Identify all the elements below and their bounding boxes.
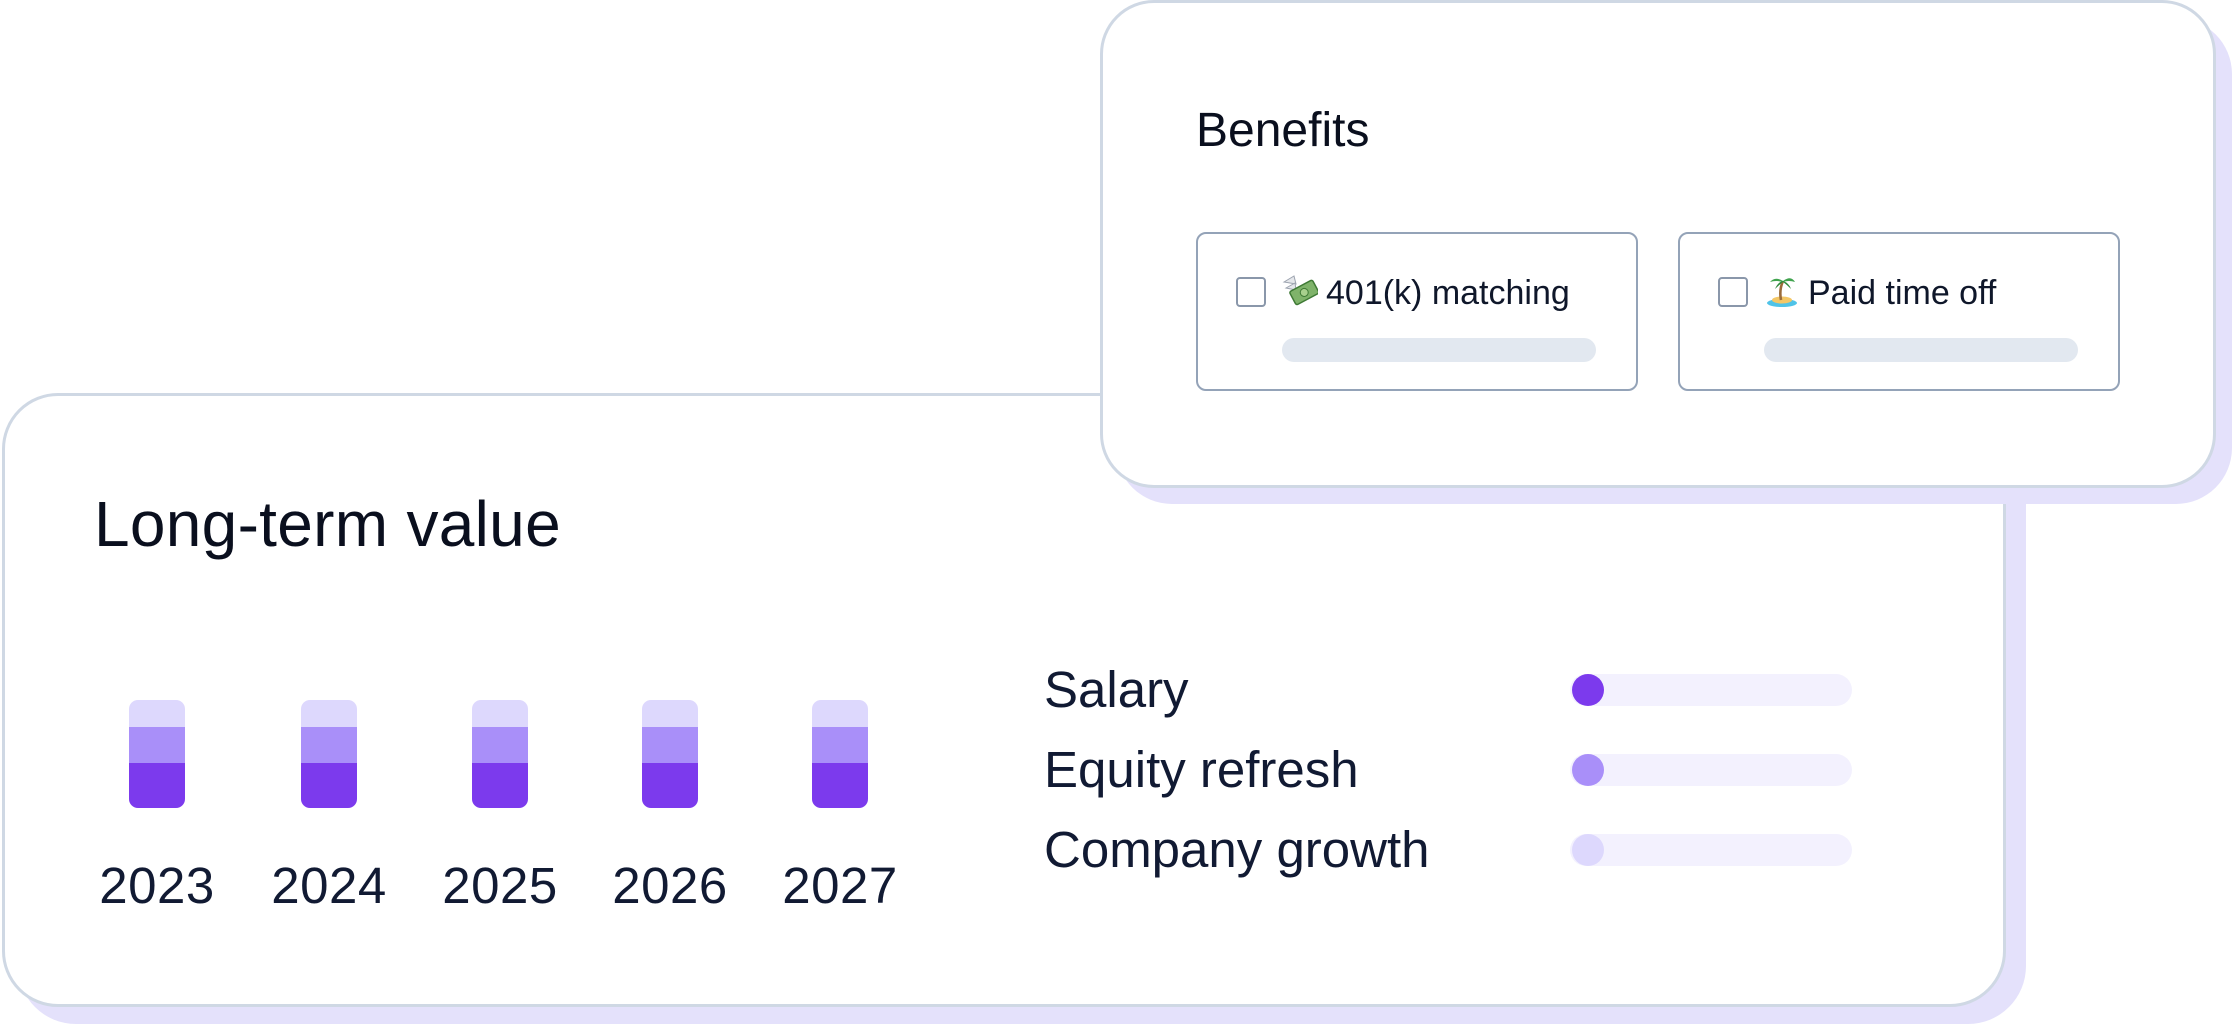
year-bar-2023 <box>129 700 185 808</box>
benefit-placeholder-bar <box>1282 338 1596 362</box>
year-label: 2024 <box>271 857 387 914</box>
bar-segment-salary <box>812 763 868 808</box>
bar-segment-salary <box>642 763 698 808</box>
year-label: 2027 <box>782 857 898 914</box>
bar-segment-company-growth <box>129 700 185 727</box>
metric-label-equity-refresh: Equity refresh <box>1044 741 1359 798</box>
bar-segment-salary <box>129 763 185 808</box>
year-bar-2026 <box>642 700 698 808</box>
benefit-option-401k[interactable]: 401(k) matching <box>1196 232 1638 391</box>
metric-dot-company-growth <box>1572 834 1604 866</box>
year-bar-2027 <box>812 700 868 808</box>
bar-segment-salary <box>301 763 357 808</box>
stage: Long-term value 2023 2024 2025 2026 2027… <box>0 0 2232 1028</box>
metric-dot-equity-refresh <box>1572 754 1604 786</box>
bar-segment-company-growth <box>472 700 528 727</box>
benefits-title: Benefits <box>1196 104 1370 157</box>
bar-segment-equity-refresh <box>301 727 357 763</box>
desert-island-icon <box>1767 278 1797 307</box>
metric-label-salary: Salary <box>1044 661 1189 718</box>
metric-track-salary <box>1570 674 1852 706</box>
metric-label-company-growth: Company growth <box>1044 821 1430 878</box>
money-with-wings-icon <box>1282 275 1318 306</box>
benefit-label-401k: 401(k) matching <box>1326 274 1570 312</box>
metric-dot-salary <box>1572 674 1604 706</box>
year-label: 2025 <box>442 857 558 914</box>
bar-segment-company-growth <box>642 700 698 727</box>
long-term-value-title: Long-term value <box>94 488 561 560</box>
year-label: 2026 <box>612 857 728 914</box>
benefit-checkbox-paid-time-off[interactable] <box>1718 277 1748 307</box>
bar-segment-company-growth <box>301 700 357 727</box>
bar-segment-equity-refresh <box>472 727 528 763</box>
bar-segment-equity-refresh <box>129 727 185 763</box>
bar-segment-salary <box>472 763 528 808</box>
benefit-option-paid-time-off[interactable]: Paid time off <box>1678 232 2120 391</box>
benefit-checkbox-401k[interactable] <box>1236 277 1266 307</box>
bar-segment-equity-refresh <box>642 727 698 763</box>
benefit-placeholder-bar <box>1764 338 2078 362</box>
benefit-label-paid-time-off: Paid time off <box>1808 274 1997 312</box>
metric-track-company-growth <box>1570 834 1852 866</box>
year-label: 2023 <box>99 857 215 914</box>
year-bar-2025 <box>472 700 528 808</box>
metric-track-equity-refresh <box>1570 754 1852 786</box>
bar-segment-company-growth <box>812 700 868 727</box>
bar-segment-equity-refresh <box>812 727 868 763</box>
year-bar-2024 <box>301 700 357 808</box>
